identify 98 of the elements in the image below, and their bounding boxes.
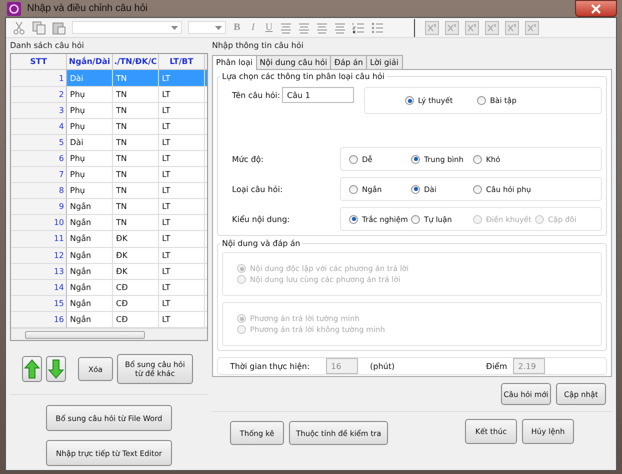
table-cell: Dài [67, 70, 113, 87]
table-cell: LT [159, 199, 205, 216]
table-cell: LT [159, 70, 205, 87]
table-cell: LT [159, 248, 205, 264]
table-cell: Ngắn [67, 215, 113, 232]
table-row[interactable]: 16 Ngắn CĐ LT [11, 312, 207, 328]
table-cell: TN [113, 134, 159, 151]
table-cell: LT [159, 150, 205, 168]
panel-title: Danh sách câu hỏi [10, 41, 85, 52]
table-cell: Phụ [67, 150, 113, 168]
column-header[interactable]: STT [11, 54, 67, 70]
table-cell: TN [113, 167, 159, 184]
table-cell: ĐK [113, 231, 159, 248]
table-cell: LT [159, 134, 205, 151]
field-label: Tên câu hỏi: [232, 91, 282, 100]
table-cell: 12 [11, 248, 67, 264]
table-cell: LT [159, 183, 205, 200]
column-header[interactable]: LT/BT [159, 54, 205, 70]
table-cell: 2 [11, 86, 67, 103]
table-cell: 11 [11, 231, 67, 248]
table-row[interactable]: 11 Ngắn ĐK LT [11, 231, 207, 248]
table-cell: 10 [11, 215, 67, 232]
field-label: Điểm [486, 362, 508, 370]
table-cell: LT [159, 264, 205, 280]
table-cell: ĐK [113, 264, 159, 280]
table-row[interactable]: 4 Phụ TN LT [11, 118, 207, 135]
table-row[interactable]: 8 Phụ TN LT [11, 183, 207, 200]
table-cell: 13 [11, 264, 67, 280]
table-cell: Phụ [67, 118, 113, 135]
table-row[interactable]: 9 Ngắn TN LT [11, 199, 207, 216]
table-cell: 8 [11, 183, 67, 200]
table-cell: LT [159, 86, 205, 103]
table-cell: TN [113, 150, 159, 168]
table-cell: Phụ [67, 167, 113, 184]
table-cell: 9 [11, 199, 67, 216]
table-cell: 5 [11, 134, 67, 151]
unit-label: (phút) [370, 362, 396, 370]
table-cell: 6 [11, 150, 67, 168]
table-cell: TN [113, 86, 159, 103]
table-cell: Ngắn [67, 280, 113, 296]
table-row[interactable]: 3 Phụ TN LT [11, 102, 207, 119]
table-cell: TN [113, 118, 159, 135]
table-row[interactable]: 10 Ngắn TN LT [11, 215, 207, 232]
table-cell: TN [113, 102, 159, 119]
table-cell: Ngắn [67, 248, 113, 264]
table-row[interactable]: 12 Ngắn ĐK LT [11, 248, 207, 264]
tab[interactable]: Nội dung câu hỏi [256, 55, 332, 69]
table-cell: Dài [67, 134, 113, 151]
field-label: Loại câu hỏi: [231, 184, 284, 194]
field-label: Kiểu nội dung: [231, 214, 291, 224]
field-label: Thời gian thực hiện: [230, 362, 311, 370]
window-title: Nhập và điều chỉnh câu hỏi [27, 3, 148, 14]
table-cell: CĐ [113, 296, 159, 312]
table-cell: ĐK [113, 248, 159, 264]
column-header[interactable]: ./TN/ĐK/C [113, 54, 159, 70]
table-cell: Phụ [67, 102, 113, 119]
table-cell: 3 [11, 102, 67, 119]
table-cell: Ngắn [67, 231, 113, 248]
table-cell: LT [159, 296, 205, 312]
table-row[interactable]: 7 Phụ TN LT [11, 167, 207, 184]
table-row[interactable]: 1 Dài TN LT [11, 70, 207, 87]
table-cell: LT [159, 215, 205, 232]
table-cell: Phụ [67, 183, 113, 200]
table-cell: TN [113, 70, 159, 87]
table-cell: TN [113, 199, 159, 216]
column-header[interactable]: Ngắn/Dài [67, 54, 113, 70]
table-row[interactable]: 14 Ngắn CĐ LT [11, 280, 207, 296]
table-row[interactable]: 2 Phụ TN LT [11, 86, 207, 103]
table-cell: 1 [11, 70, 67, 87]
table-cell: Phụ [67, 86, 113, 103]
table-cell: Ngắn [67, 296, 113, 312]
table-cell: LT [159, 167, 205, 184]
tab[interactable]: Lời giải [366, 55, 402, 69]
table-cell: LT [159, 118, 205, 135]
panel-title: Nhập thông tin câu hỏi [212, 41, 304, 52]
table-cell: CĐ [113, 280, 159, 296]
tab[interactable]: Phân loại [212, 55, 257, 70]
tab[interactable]: Đáp án [330, 55, 367, 69]
table-cell: TN [113, 215, 159, 232]
table-row[interactable]: 5 Dài TN LT [11, 134, 207, 151]
table-cell: 16 [11, 312, 67, 328]
table-cell: 4 [11, 118, 67, 135]
table-cell: 15 [11, 296, 67, 312]
group-title: Lựa chọn các thông tin phân loại câu hỏi [221, 72, 386, 81]
table-cell: 7 [11, 167, 67, 184]
table-cell: 14 [11, 280, 67, 296]
table-cell: TN [113, 183, 159, 200]
field-label: Mức độ: [231, 154, 265, 164]
table-cell: LT [159, 102, 205, 119]
question-name-field[interactable]: Câu 1 [282, 87, 354, 103]
table-cell: LT [159, 280, 205, 296]
table-cell: Ngắn [67, 199, 113, 216]
group-title: Nội dung và đáp án [221, 239, 302, 248]
table-cell: LT [159, 231, 205, 248]
table-row[interactable]: 13 Ngắn ĐK LT [11, 264, 207, 280]
table-row[interactable]: 6 Phụ TN LT [11, 150, 207, 168]
table-cell: Ngắn [67, 264, 113, 280]
table-row[interactable]: 15 Ngắn CĐ LT [11, 296, 207, 312]
